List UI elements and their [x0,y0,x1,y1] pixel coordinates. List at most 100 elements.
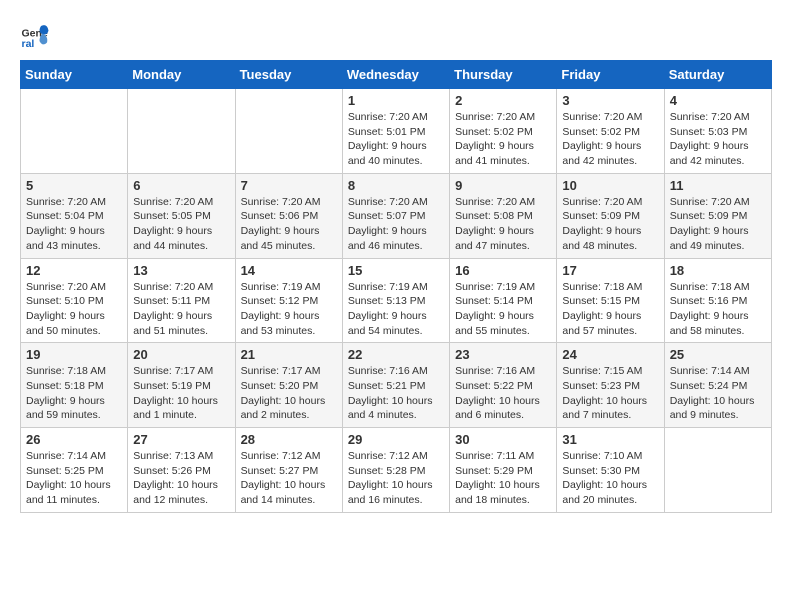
day-number: 9 [455,178,551,193]
day-info: Sunrise: 7:20 AM Sunset: 5:09 PM Dayligh… [562,195,658,254]
weekday-header-row: SundayMondayTuesdayWednesdayThursdayFrid… [21,61,772,89]
day-info: Sunrise: 7:12 AM Sunset: 5:28 PM Dayligh… [348,449,444,508]
calendar-cell: 7 Sunrise: 7:20 AM Sunset: 5:06 PM Daylig… [235,173,342,258]
calendar-cell: 15 Sunrise: 7:19 AM Sunset: 5:13 PM Dayli… [342,258,449,343]
day-number: 23 [455,347,551,362]
calendar-week-row: 5 Sunrise: 7:20 AM Sunset: 5:04 PM Daylig… [21,173,772,258]
day-number: 15 [348,263,444,278]
day-info: Sunrise: 7:20 AM Sunset: 5:02 PM Dayligh… [455,110,551,169]
day-info: Sunrise: 7:20 AM Sunset: 5:11 PM Dayligh… [133,280,229,339]
calendar-cell: 5 Sunrise: 7:20 AM Sunset: 5:04 PM Daylig… [21,173,128,258]
calendar-cell: 26 Sunrise: 7:14 AM Sunset: 5:25 PM Dayli… [21,428,128,513]
calendar-cell: 10 Sunrise: 7:20 AM Sunset: 5:09 PM Dayli… [557,173,664,258]
day-number: 17 [562,263,658,278]
weekday-header-thursday: Thursday [450,61,557,89]
calendar-cell: 17 Sunrise: 7:18 AM Sunset: 5:15 PM Dayli… [557,258,664,343]
day-number: 10 [562,178,658,193]
day-number: 13 [133,263,229,278]
calendar-cell: 16 Sunrise: 7:19 AM Sunset: 5:14 PM Dayli… [450,258,557,343]
calendar-cell [664,428,771,513]
day-info: Sunrise: 7:18 AM Sunset: 5:16 PM Dayligh… [670,280,766,339]
calendar-cell: 4 Sunrise: 7:20 AM Sunset: 5:03 PM Daylig… [664,89,771,174]
calendar-cell: 18 Sunrise: 7:18 AM Sunset: 5:16 PM Dayli… [664,258,771,343]
day-number: 12 [26,263,122,278]
day-number: 20 [133,347,229,362]
day-info: Sunrise: 7:20 AM Sunset: 5:07 PM Dayligh… [348,195,444,254]
day-info: Sunrise: 7:14 AM Sunset: 5:25 PM Dayligh… [26,449,122,508]
day-info: Sunrise: 7:19 AM Sunset: 5:13 PM Dayligh… [348,280,444,339]
logo: Gene ral [20,20,54,50]
day-number: 21 [241,347,337,362]
day-number: 16 [455,263,551,278]
calendar-cell: 1Sunrise: 7:20 AM Sunset: 5:01 PM Daylig… [342,89,449,174]
day-number: 26 [26,432,122,447]
calendar-cell: 31 Sunrise: 7:10 AM Sunset: 5:30 PM Dayli… [557,428,664,513]
calendar-cell [235,89,342,174]
calendar-cell [21,89,128,174]
calendar-cell: 13 Sunrise: 7:20 AM Sunset: 5:11 PM Dayli… [128,258,235,343]
day-info: Sunrise: 7:20 AM Sunset: 5:05 PM Dayligh… [133,195,229,254]
day-number: 1 [348,93,444,108]
weekday-header-friday: Friday [557,61,664,89]
day-info: Sunrise: 7:17 AM Sunset: 5:19 PM Dayligh… [133,364,229,423]
calendar-cell: 6 Sunrise: 7:20 AM Sunset: 5:05 PM Daylig… [128,173,235,258]
day-info: Sunrise: 7:17 AM Sunset: 5:20 PM Dayligh… [241,364,337,423]
day-info: Sunrise: 7:20 AM Sunset: 5:02 PM Dayligh… [562,110,658,169]
day-number: 7 [241,178,337,193]
day-info: Sunrise: 7:18 AM Sunset: 5:15 PM Dayligh… [562,280,658,339]
day-info: Sunrise: 7:20 AM Sunset: 5:09 PM Dayligh… [670,195,766,254]
weekday-header-sunday: Sunday [21,61,128,89]
calendar-week-row: 12 Sunrise: 7:20 AM Sunset: 5:10 PM Dayli… [21,258,772,343]
day-number: 22 [348,347,444,362]
calendar-cell [128,89,235,174]
day-info: Sunrise: 7:18 AM Sunset: 5:18 PM Dayligh… [26,364,122,423]
calendar-cell: 25 Sunrise: 7:14 AM Sunset: 5:24 PM Dayli… [664,343,771,428]
calendar-cell: 22 Sunrise: 7:16 AM Sunset: 5:21 PM Dayli… [342,343,449,428]
day-number: 3 [562,93,658,108]
day-number: 18 [670,263,766,278]
calendar-cell: 3 Sunrise: 7:20 AM Sunset: 5:02 PM Daylig… [557,89,664,174]
calendar-cell: 28 Sunrise: 7:12 AM Sunset: 5:27 PM Dayli… [235,428,342,513]
day-info: Sunrise: 7:20 AM Sunset: 5:06 PM Dayligh… [241,195,337,254]
day-number: 6 [133,178,229,193]
day-info: Sunrise: 7:12 AM Sunset: 5:27 PM Dayligh… [241,449,337,508]
weekday-header-wednesday: Wednesday [342,61,449,89]
day-number: 11 [670,178,766,193]
day-number: 25 [670,347,766,362]
calendar-cell: 29Sunrise: 7:12 AM Sunset: 5:28 PM Dayli… [342,428,449,513]
day-info: Sunrise: 7:16 AM Sunset: 5:21 PM Dayligh… [348,364,444,423]
day-info: Sunrise: 7:16 AM Sunset: 5:22 PM Dayligh… [455,364,551,423]
calendar-cell: 30Sunrise: 7:11 AM Sunset: 5:29 PM Dayli… [450,428,557,513]
calendar-cell: 8 Sunrise: 7:20 AM Sunset: 5:07 PM Daylig… [342,173,449,258]
day-number: 4 [670,93,766,108]
calendar-cell: 14Sunrise: 7:19 AM Sunset: 5:12 PM Dayli… [235,258,342,343]
day-info: Sunrise: 7:20 AM Sunset: 5:04 PM Dayligh… [26,195,122,254]
logo-icon: Gene ral [20,20,50,50]
day-info: Sunrise: 7:10 AM Sunset: 5:30 PM Dayligh… [562,449,658,508]
day-info: Sunrise: 7:14 AM Sunset: 5:24 PM Dayligh… [670,364,766,423]
page-header: Gene ral [20,20,772,50]
calendar-cell: 19 Sunrise: 7:18 AM Sunset: 5:18 PM Dayli… [21,343,128,428]
day-info: Sunrise: 7:20 AM Sunset: 5:03 PM Dayligh… [670,110,766,169]
weekday-header-tuesday: Tuesday [235,61,342,89]
day-info: Sunrise: 7:19 AM Sunset: 5:12 PM Dayligh… [241,280,337,339]
day-number: 19 [26,347,122,362]
calendar-week-row: 26 Sunrise: 7:14 AM Sunset: 5:25 PM Dayli… [21,428,772,513]
calendar-cell: 20 Sunrise: 7:17 AM Sunset: 5:19 PM Dayli… [128,343,235,428]
day-info: Sunrise: 7:15 AM Sunset: 5:23 PM Dayligh… [562,364,658,423]
day-number: 5 [26,178,122,193]
day-info: Sunrise: 7:11 AM Sunset: 5:29 PM Dayligh… [455,449,551,508]
day-number: 31 [562,432,658,447]
calendar-week-row: 19 Sunrise: 7:18 AM Sunset: 5:18 PM Dayli… [21,343,772,428]
svg-text:ral: ral [22,38,35,50]
day-number: 2 [455,93,551,108]
day-number: 28 [241,432,337,447]
weekday-header-monday: Monday [128,61,235,89]
calendar-table: SundayMondayTuesdayWednesdayThursdayFrid… [20,60,772,513]
day-number: 8 [348,178,444,193]
calendar-cell: 2 Sunrise: 7:20 AM Sunset: 5:02 PM Daylig… [450,89,557,174]
day-info: Sunrise: 7:19 AM Sunset: 5:14 PM Dayligh… [455,280,551,339]
calendar-cell: 12 Sunrise: 7:20 AM Sunset: 5:10 PM Dayli… [21,258,128,343]
day-info: Sunrise: 7:20 AM Sunset: 5:10 PM Dayligh… [26,280,122,339]
weekday-header-saturday: Saturday [664,61,771,89]
